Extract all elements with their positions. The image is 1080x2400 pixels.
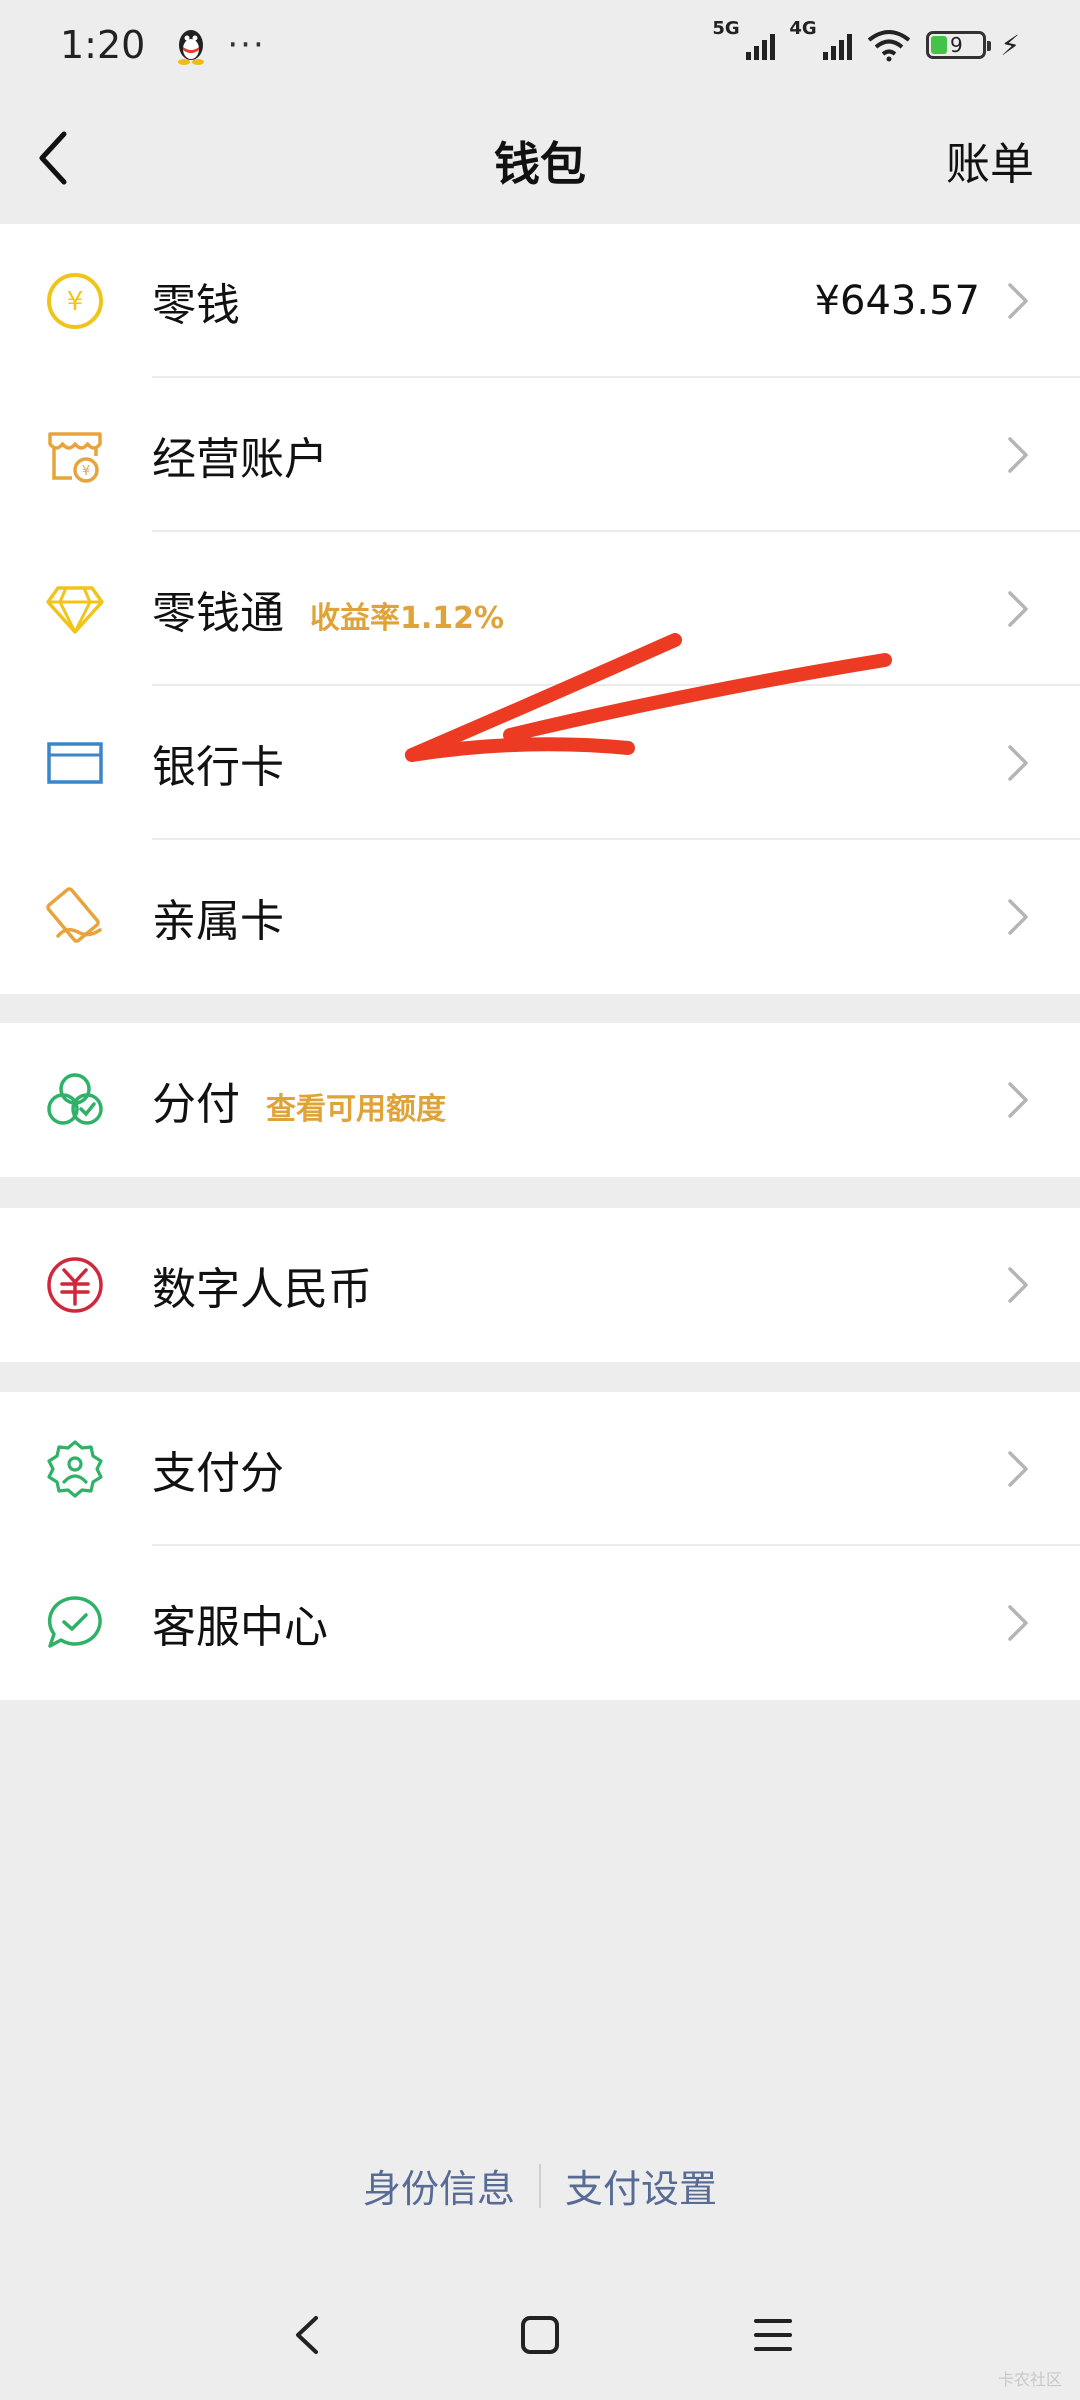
system-home-button[interactable] (515, 2310, 565, 2360)
svg-text:¥: ¥ (82, 464, 90, 479)
svg-text:¥: ¥ (67, 287, 84, 317)
system-back-button[interactable] (282, 2310, 332, 2360)
qq-icon (178, 30, 205, 65)
card-icon (47, 742, 103, 784)
system-menu-button[interactable] (748, 2310, 798, 2360)
list-item-customer-service[interactable]: 客服中心 (0, 1546, 1080, 1700)
digital-rmb-icon (47, 1257, 103, 1313)
item-label: 经营账户 (152, 434, 328, 485)
signal-4g-icon: 4G (789, 18, 853, 60)
status-time: 1:20 (60, 23, 146, 67)
item-label: 亲属卡 (152, 896, 284, 947)
list-item-family-card[interactable]: 亲属卡 (0, 840, 1080, 994)
identity-info-link[interactable]: 身份信息 (363, 2158, 515, 2213)
item-label: 银行卡 (152, 742, 284, 793)
credit-tag: 查看可用额度 (266, 1092, 446, 1127)
wallet-group-main: ¥ 零钱 ¥643.57 ¥ 经营账户 零钱通 收益率1.12% 银行卡 亲属卡 (0, 224, 1080, 994)
list-item-lingqiantong[interactable]: 零钱通 收益率1.12% (0, 532, 1080, 686)
system-navigation-bar (0, 2290, 1080, 2380)
wifi-icon (868, 30, 911, 62)
payment-score-icon (47, 1440, 103, 1498)
status-bar: 1:20 ··· 5G 4G 9 ⚡ (0, 0, 1080, 90)
divider (539, 2163, 541, 2208)
chevron-right-icon (1008, 899, 1028, 935)
bill-button[interactable]: 账单 (946, 128, 1034, 192)
wallet-group-services: 支付分 客服中心 (0, 1392, 1080, 1700)
page-title: 钱包 (494, 137, 586, 191)
item-label: 数字人民币 (152, 1264, 372, 1315)
charging-icon: ⚡ (1000, 28, 1020, 62)
list-item-bank-card[interactable]: 银行卡 (0, 686, 1080, 840)
signal-5g-icon: 5G (712, 18, 776, 60)
chevron-right-icon (1008, 1267, 1028, 1303)
chevron-right-icon (1008, 283, 1028, 319)
chevron-right-icon (1008, 1082, 1028, 1118)
list-item-change[interactable]: ¥ 零钱 ¥643.57 (0, 224, 1080, 378)
item-label: 零钱 (152, 280, 240, 331)
chevron-right-icon (1008, 1605, 1028, 1641)
list-item-digital-rmb[interactable]: 数字人民币 (0, 1208, 1080, 1362)
chevron-right-icon (1008, 591, 1028, 627)
navigation-bar: 钱包 账单 (0, 90, 1080, 220)
customer-service-icon (47, 1596, 102, 1648)
list-item-payment-score[interactable]: 支付分 (0, 1392, 1080, 1546)
watermark: 卡农社区 (997, 2370, 1062, 2389)
fenfu-icon (47, 1073, 103, 1125)
chevron-right-icon (1008, 745, 1028, 781)
wallet-group-ecny: 数字人民币 (0, 1208, 1080, 1362)
balance-value: ¥643.57 (814, 278, 980, 324)
wallet-group-fenfu: 分付 查看可用额度 (0, 1023, 1080, 1177)
family-card-icon (46, 887, 102, 943)
yuan-coin-icon: ¥ (47, 273, 103, 329)
item-label: 零钱通 收益率1.12% (152, 588, 505, 639)
item-label: 支付分 (152, 1448, 284, 1499)
yield-rate-tag: 收益率1.12% (310, 601, 505, 636)
chevron-right-icon (1008, 1451, 1028, 1487)
payment-settings-link[interactable]: 支付设置 (565, 2158, 717, 2213)
chevron-right-icon (1008, 437, 1028, 473)
list-item-fenfu[interactable]: 分付 查看可用额度 (0, 1023, 1080, 1177)
item-label: 分付 查看可用额度 (152, 1079, 446, 1130)
battery-icon: 9 (926, 31, 992, 59)
diamond-icon (46, 586, 104, 634)
shop-icon: ¥ (48, 432, 102, 483)
item-label: 客服中心 (152, 1602, 328, 1653)
list-item-business-account[interactable]: ¥ 经营账户 (0, 378, 1080, 532)
more-notifications-icon: ··· (227, 25, 266, 65)
footer-links: 身份信息 支付设置 (0, 2158, 1080, 2213)
